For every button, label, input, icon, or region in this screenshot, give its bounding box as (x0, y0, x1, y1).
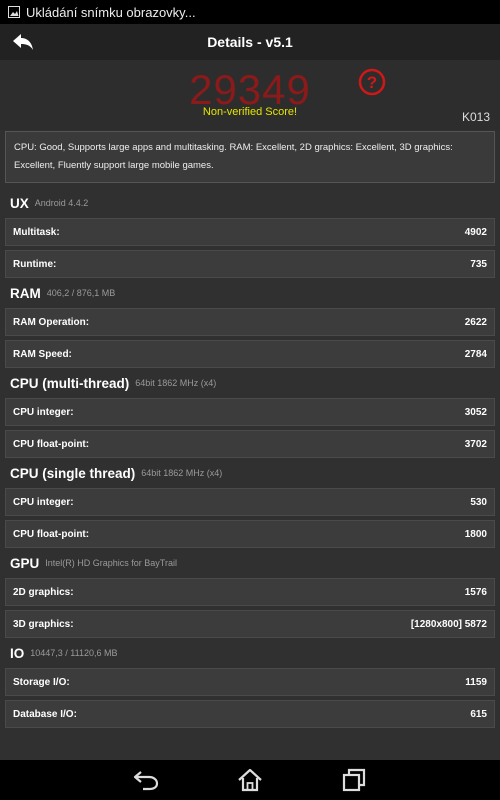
result-row-runtime[interactable]: Runtime: 735 (5, 250, 495, 278)
row-label: Storage I/O: (13, 676, 70, 688)
row-value: 1576 (464, 586, 487, 598)
section-subtitle: 10447,3 / 11120,6 MB (30, 648, 118, 658)
result-row-cpu-float-single[interactable]: CPU float-point: 1800 (5, 520, 495, 548)
nav-home-icon (238, 768, 262, 792)
row-value: 1800 (464, 528, 487, 540)
result-row-3d-graphics[interactable]: 3D graphics: [1280x800] 5872 (5, 610, 495, 638)
result-row-cpu-integer-multi[interactable]: CPU integer: 3052 (5, 398, 495, 426)
row-value: 735 (470, 258, 487, 270)
section-io: IO 10447,3 / 11120,6 MB (0, 640, 500, 666)
section-title: RAM (10, 285, 41, 301)
section-title: CPU (multi-thread) (10, 375, 130, 391)
result-row-storage-io[interactable]: Storage I/O: 1159 (5, 668, 495, 696)
row-value: 1159 (465, 676, 487, 688)
back-button[interactable] (8, 28, 38, 56)
nav-back-icon (133, 771, 159, 791)
device-model: K013 (461, 110, 490, 124)
row-value: 3052 (464, 406, 487, 418)
row-label: 3D graphics: (13, 618, 74, 630)
row-value: 615 (470, 708, 487, 720)
row-label: CPU float-point: (13, 438, 90, 450)
row-value: 4902 (464, 226, 487, 238)
row-label: RAM Operation: (13, 316, 90, 328)
row-label: CPU integer: (13, 496, 74, 508)
section-gpu: GPU Intel(R) HD Graphics for BayTrail (0, 550, 500, 576)
nav-recents-button[interactable] (334, 764, 374, 796)
row-label: CPU integer: (13, 406, 74, 418)
result-row-ram-operation[interactable]: RAM Operation: 2622 (5, 308, 495, 336)
back-arrow-icon (13, 34, 33, 50)
section-subtitle: Android 4.4.2 (34, 198, 89, 208)
help-icon[interactable]: ? (358, 68, 386, 96)
row-label: CPU float-point: (13, 528, 90, 540)
result-row-cpu-integer-single[interactable]: CPU integer: 530 (5, 488, 495, 516)
section-ram: RAM 406,2 / 876,1 MB (0, 280, 500, 306)
nav-back-button[interactable] (126, 764, 166, 796)
section-cpu-multi: CPU (multi-thread) 64bit 1862 MHz (x4) (0, 370, 500, 396)
row-value: [1280x800] 5872 (410, 618, 487, 630)
result-row-ram-speed[interactable]: RAM Speed: 2784 (5, 340, 495, 368)
image-icon (8, 6, 20, 18)
row-label: 2D graphics: (13, 586, 74, 598)
result-row-2d-graphics[interactable]: 2D graphics: 1576 (5, 578, 495, 606)
row-value: 530 (470, 496, 487, 508)
action-bar: Details - v5.1 (0, 24, 500, 60)
svg-text:?: ? (367, 73, 377, 92)
navigation-bar (0, 760, 500, 800)
section-title: UX (10, 195, 29, 211)
status-bar: Ukládání snímku obrazovky... (0, 0, 500, 24)
row-value: 2622 (464, 316, 487, 328)
section-subtitle: 406,2 / 876,1 MB (46, 288, 116, 298)
row-value: 3702 (464, 438, 487, 450)
summary-text: CPU: Good, Supports large apps and multi… (5, 131, 495, 183)
result-row-multitask[interactable]: Multitask: 4902 (5, 218, 495, 246)
section-title: CPU (single thread) (10, 465, 136, 481)
page-title: Details - v5.1 (207, 34, 293, 50)
status-text: Ukládání snímku obrazovky... (26, 4, 196, 20)
result-row-cpu-float-multi[interactable]: CPU float-point: 3702 (5, 430, 495, 458)
row-label: Runtime: (13, 258, 57, 270)
result-row-database-io[interactable]: Database I/O: 615 (5, 700, 495, 728)
score-note: Non-verified Score! (202, 106, 298, 118)
nav-home-button[interactable] (230, 764, 270, 796)
score-panel: 29349 Non-verified Score! ? K013 (0, 60, 500, 130)
row-label: RAM Speed: (13, 348, 72, 360)
row-label: Database I/O: (13, 708, 77, 720)
row-value: 2784 (464, 348, 487, 360)
section-subtitle: 64bit 1862 MHz (x4) (141, 468, 223, 478)
section-title: GPU (10, 555, 40, 571)
row-label: Multitask: (13, 226, 60, 238)
section-cpu-single: CPU (single thread) 64bit 1862 MHz (x4) (0, 460, 500, 486)
section-ux: UX Android 4.4.2 (0, 190, 500, 216)
nav-recents-icon (342, 768, 366, 792)
section-subtitle: 64bit 1862 MHz (x4) (135, 378, 217, 388)
section-title: IO (10, 645, 25, 661)
section-subtitle: Intel(R) HD Graphics for BayTrail (45, 558, 177, 568)
